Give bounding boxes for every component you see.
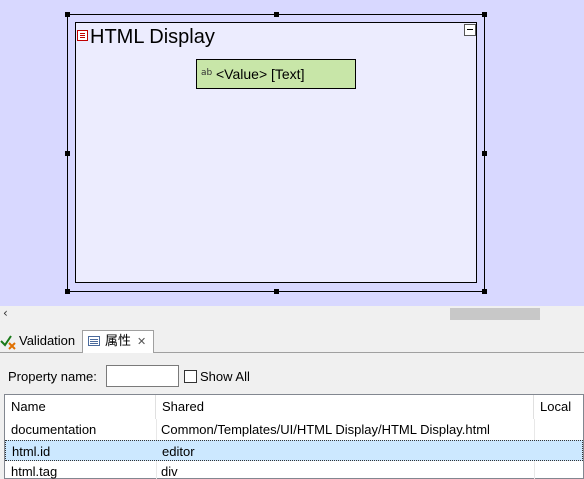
resize-handle-e[interactable] <box>482 151 487 156</box>
property-table: Name Shared Local documentation Common/T… <box>4 394 584 479</box>
resize-handle-se[interactable] <box>482 289 487 294</box>
row-name: documentation <box>11 422 97 437</box>
tab-properties-label: 属性 <box>105 333 132 348</box>
property-name-label: Property name: <box>8 369 97 384</box>
row-shared-value[interactable]: div <box>161 461 533 479</box>
collapse-button[interactable] <box>464 24 476 36</box>
property-name-input[interactable] <box>106 365 179 387</box>
validation-icon <box>0 335 16 350</box>
row-shared-value[interactable]: Common/Templates/UI/HTML Display/HTML Di… <box>161 419 533 440</box>
row-name: html.id <box>12 444 51 459</box>
design-canvas[interactable]: HTML Display ab <Value> [Text] <box>0 0 584 306</box>
show-all-checkbox[interactable] <box>184 370 197 383</box>
resize-handle-n[interactable] <box>274 12 279 17</box>
show-all-label[interactable]: Show All <box>200 369 250 385</box>
resize-handle-w[interactable] <box>65 151 70 156</box>
value-text-element[interactable]: ab <Value> [Text] <box>196 59 356 89</box>
row-name: html.tag <box>11 464 58 479</box>
table-row[interactable]: html.tag div <box>5 461 583 479</box>
row-local-value[interactable] <box>540 441 584 462</box>
column-header-shared[interactable]: Shared <box>156 395 534 419</box>
resize-handle-sw[interactable] <box>65 289 70 294</box>
view-tab-bar: Validation 属性 ✕ <box>0 330 584 353</box>
tab-validation[interactable]: Validation <box>0 330 81 353</box>
scroll-left-arrow-icon[interactable]: ‹ <box>3 306 13 322</box>
resize-handle-ne[interactable] <box>482 12 487 17</box>
row-shared-value[interactable]: editor <box>162 441 534 462</box>
widget-title: HTML Display <box>90 26 215 48</box>
value-text: <Value> [Text] <box>216 66 305 82</box>
html-display-icon <box>77 30 88 41</box>
row-local-value[interactable] <box>539 419 583 440</box>
tab-properties[interactable]: 属性 ✕ <box>82 330 154 353</box>
properties-icon <box>88 336 100 346</box>
horizontal-scrollbar[interactable]: ‹ <box>0 306 584 322</box>
properties-panel: Property name: Show All Name Shared Loca… <box>0 353 584 479</box>
resize-handle-nw[interactable] <box>65 12 70 17</box>
column-header-local[interactable]: Local <box>534 395 584 419</box>
tab-validation-label: Validation <box>19 333 76 348</box>
table-row-selected[interactable]: html.id editor <box>5 440 583 461</box>
table-row[interactable]: documentation Common/Templates/UI/HTML D… <box>5 419 583 440</box>
scrollbar-thumb[interactable] <box>450 308 540 320</box>
text-field-icon: ab <box>201 68 213 78</box>
resize-handle-s[interactable] <box>274 289 279 294</box>
close-icon[interactable]: ✕ <box>137 331 146 353</box>
row-local-value[interactable] <box>539 461 583 479</box>
column-header-name[interactable]: Name <box>5 395 156 419</box>
